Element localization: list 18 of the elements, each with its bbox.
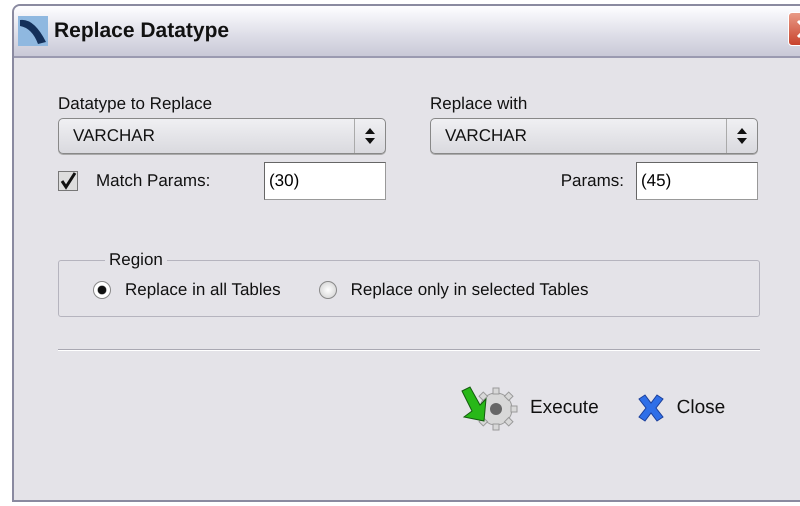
params-field[interactable]: (45) (636, 162, 758, 200)
group-legend: Region (105, 250, 167, 270)
checkbox-label: Match Params: (96, 171, 210, 191)
field-label: Datatype to Replace (58, 94, 214, 115)
radio-label: Replace in all Tables (125, 280, 281, 300)
datatype-dropdown[interactable]: VARCHAR (430, 118, 758, 154)
execute-button[interactable]: Execute (456, 385, 599, 431)
field-label: Replace with (430, 94, 528, 115)
checkbox[interactable] (58, 171, 78, 191)
app-icon (18, 16, 48, 46)
field-label: Params: (560, 171, 624, 191)
close-button[interactable]: Close (634, 385, 726, 431)
window-title: Replace Datatype (54, 19, 230, 43)
radio-button[interactable] (318, 281, 337, 299)
datatype-dropdown[interactable]: VARCHAR (58, 118, 386, 154)
radio-option[interactable]: Replace in all Tables (93, 280, 281, 300)
params-field[interactable]: (30) (264, 162, 386, 200)
radio-button[interactable] (93, 281, 111, 299)
